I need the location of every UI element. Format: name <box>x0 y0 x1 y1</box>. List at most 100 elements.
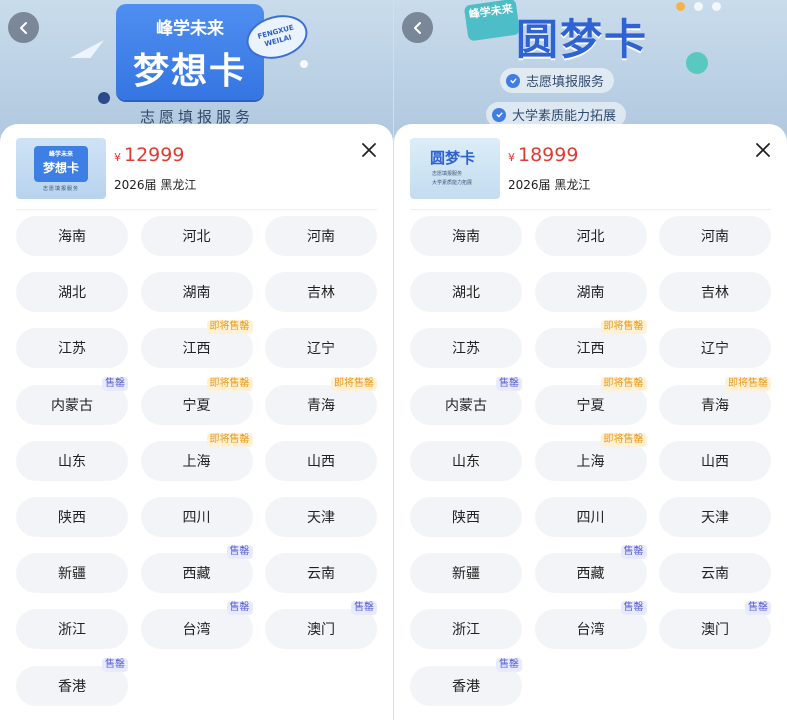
region-label: 上海 <box>576 453 605 470</box>
region-label: 湖北 <box>58 285 86 302</box>
region-option[interactable]: 山西 <box>659 440 771 481</box>
divider <box>16 209 377 210</box>
region-option[interactable]: 青海 即将售罄 <box>265 376 377 425</box>
region-label: 吉林 <box>307 285 335 302</box>
thumb-brand-small: 峰学未来 <box>48 151 73 158</box>
region-option[interactable]: 吉林 <box>659 272 771 313</box>
product-panel-dream-card: 峰学未来 梦想卡 FENGXUE WEILAI 志愿填报服务 峰学未来 梦想卡 … <box>0 0 393 720</box>
region-option[interactable]: 云南 <box>265 553 377 594</box>
region-option[interactable]: 上海 即将售罄 <box>534 432 647 481</box>
back-button[interactable] <box>8 12 39 43</box>
region-option[interactable]: 西藏 售罄 <box>140 545 253 594</box>
region-option[interactable]: 陕西 <box>16 497 128 537</box>
region-option[interactable]: 内蒙古 售罄 <box>16 376 128 425</box>
region-label: 江西 <box>576 341 605 358</box>
thumb-caption: 志愿填报服务 <box>42 186 79 192</box>
region-option[interactable]: 海南 <box>410 216 522 256</box>
region-label: 山东 <box>58 453 86 470</box>
region-option[interactable]: 西藏 售罄 <box>534 545 647 594</box>
banner-ribbon: 峰学未来 <box>463 0 521 42</box>
close-icon[interactable] <box>360 141 378 159</box>
sold-out-badge: 售罄 <box>226 545 253 560</box>
region-option[interactable]: 辽宁 <box>659 328 771 369</box>
region-label: 辽宁 <box>307 341 335 358</box>
region-option[interactable]: 江西 即将售罄 <box>140 320 253 369</box>
region-option[interactable]: 宁夏 即将售罄 <box>534 376 647 425</box>
region-label: 山东 <box>452 453 480 470</box>
dot-decoration <box>712 2 721 11</box>
region-option[interactable]: 浙江 <box>410 609 522 650</box>
region-option[interactable]: 江西 即将售罄 <box>534 320 647 369</box>
region-label: 浙江 <box>58 622 86 639</box>
region-option[interactable]: 台湾 售罄 <box>534 601 647 650</box>
almost-sold-out-badge: 即将售罄 <box>206 320 253 335</box>
region-option[interactable]: 江苏 <box>410 328 522 369</box>
almost-sold-out-badge: 即将售罄 <box>600 376 647 391</box>
region-option[interactable]: 河南 <box>659 216 771 256</box>
region-label: 青海 <box>307 397 335 414</box>
region-label: 河南 <box>701 229 729 245</box>
currency-symbol: ¥ <box>508 151 515 164</box>
region-label: 上海 <box>182 453 211 470</box>
region-option[interactable]: 四川 <box>534 497 647 537</box>
region-option[interactable]: 山东 <box>410 440 522 481</box>
region-option[interactable]: 上海 即将售罄 <box>140 432 253 481</box>
region-option[interactable]: 内蒙古 售罄 <box>410 376 522 425</box>
region-label: 河北 <box>182 229 211 245</box>
sold-out-badge: 售罄 <box>226 601 253 616</box>
paper-plane-decoration <box>70 40 104 58</box>
region-option[interactable]: 陕西 <box>410 497 522 537</box>
almost-sold-out-badge: 即将售罄 <box>725 376 771 391</box>
region-option[interactable]: 山东 <box>16 440 128 481</box>
check-icon <box>492 107 506 122</box>
region-label: 吉林 <box>701 285 729 302</box>
region-option[interactable]: 河北 <box>534 216 647 256</box>
region-label: 湖南 <box>182 285 211 302</box>
region-option[interactable]: 湖北 <box>410 272 522 313</box>
sold-out-badge: 售罄 <box>620 601 647 616</box>
dot-decoration <box>300 60 308 68</box>
region-label: 新疆 <box>58 566 86 583</box>
region-option[interactable]: 湖南 <box>140 272 253 313</box>
region-option[interactable]: 四川 <box>140 497 253 537</box>
close-icon[interactable] <box>754 141 772 159</box>
region-option[interactable]: 江苏 <box>16 328 128 369</box>
region-option[interactable]: 湖北 <box>16 272 128 313</box>
region-option[interactable]: 天津 <box>265 497 377 537</box>
region-label: 宁夏 <box>182 397 211 414</box>
region-option[interactable]: 河南 <box>265 216 377 256</box>
region-option[interactable]: 浙江 <box>16 609 128 650</box>
region-option[interactable]: 湖南 <box>534 272 647 313</box>
region-option[interactable]: 澳门 售罄 <box>659 601 771 650</box>
region-option[interactable]: 宁夏 即将售罄 <box>140 376 253 425</box>
region-option[interactable]: 吉林 <box>265 272 377 313</box>
region-label: 海南 <box>452 229 480 245</box>
region-label: 天津 <box>307 510 335 526</box>
region-option[interactable]: 香港 售罄 <box>16 657 128 706</box>
region-option[interactable]: 台湾 售罄 <box>140 601 253 650</box>
region-option[interactable]: 新疆 <box>410 553 522 594</box>
region-option[interactable]: 新疆 <box>16 553 128 594</box>
back-arrow-icon <box>413 21 421 34</box>
thumb-title: 梦想卡 <box>42 161 79 175</box>
region-option[interactable]: 海南 <box>16 216 128 256</box>
region-label: 浙江 <box>452 622 480 639</box>
dot-decoration <box>98 92 110 104</box>
region-option[interactable]: 辽宁 <box>265 328 377 369</box>
thumb-card: 峰学未来 梦想卡 <box>34 146 88 182</box>
price-value: 12999 <box>124 144 185 166</box>
almost-sold-out-badge: 即将售罄 <box>600 432 647 447</box>
region-label: 内蒙古 <box>445 397 487 414</box>
region-option[interactable]: 澳门 售罄 <box>265 601 377 650</box>
region-option[interactable]: 山西 <box>265 440 377 481</box>
region-label: 澳门 <box>307 622 335 639</box>
banner-title: 圆梦卡 <box>516 15 649 64</box>
region-option[interactable]: 云南 <box>659 553 771 594</box>
region-option[interactable]: 香港 售罄 <box>410 657 522 706</box>
back-button[interactable] <box>402 12 433 43</box>
region-option[interactable]: 天津 <box>659 497 771 537</box>
region-label: 香港 <box>58 678 86 695</box>
dot-decoration <box>694 2 703 11</box>
region-option[interactable]: 河北 <box>140 216 253 256</box>
region-option[interactable]: 青海 即将售罄 <box>659 376 771 425</box>
